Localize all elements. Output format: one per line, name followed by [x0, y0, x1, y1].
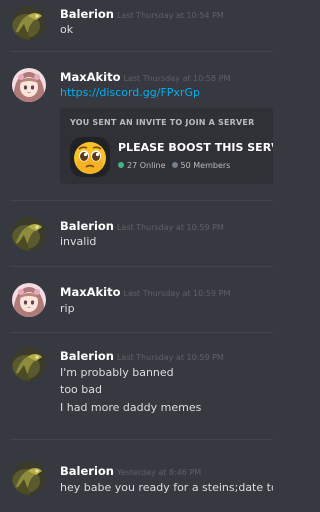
server-icon[interactable]: [70, 137, 110, 177]
server-invite-card[interactable]: YOU SENT AN INVITE TO JOIN A SERVER PLEA…: [60, 108, 273, 184]
green-dragon-avatar-icon: [12, 217, 46, 251]
avatar[interactable]: [12, 461, 46, 495]
message-header: Balerion Last Thursday at 10:59 PM: [60, 218, 224, 235]
timestamp: Last Thursday at 10:59 PM: [116, 353, 224, 362]
avatar[interactable]: [12, 217, 46, 251]
message-header: Balerion Last Thursday at 10:59 PM: [60, 348, 224, 365]
green-dragon-avatar-icon: [12, 461, 46, 495]
avatar[interactable]: [12, 347, 46, 381]
message-divider: [10, 332, 273, 333]
server-name[interactable]: PLEASE BOOST THIS SERVER: [118, 141, 273, 154]
message-text: ok: [60, 23, 74, 36]
message-divider: [10, 439, 273, 440]
message-header: MaxAkito Last Thursday at 10:59 PM: [60, 284, 230, 301]
message-text: I had more daddy memes: [60, 401, 202, 414]
message-header: Balerion Last Thursday at 10:54 PM: [60, 6, 224, 23]
message-divider: [10, 51, 273, 52]
server-stats: 27 Online 50 Members: [118, 161, 230, 170]
chat-message-list[interactable]: Balerion Last Thursday at 10:54 PM ok Max…: [0, 0, 273, 512]
message-text: I'm probably banned: [60, 366, 174, 379]
username[interactable]: Balerion: [60, 349, 114, 363]
online-status-dot: [118, 162, 124, 168]
avatar[interactable]: [12, 283, 46, 317]
username[interactable]: Balerion: [60, 464, 114, 478]
member-count: 50 Members: [180, 161, 231, 170]
username[interactable]: Balerion: [60, 7, 114, 21]
timestamp: Last Thursday at 10:59 PM: [123, 289, 231, 298]
green-dragon-avatar-icon: [12, 347, 46, 381]
message-header: Balerion Yesterday at 8:46 PM: [60, 463, 201, 480]
message-text: rip: [60, 302, 75, 315]
message-text: hey babe you ready for a steins;date ton…: [60, 481, 273, 494]
invite-link[interactable]: https://discord.gg/FPxrGp: [60, 86, 200, 100]
timestamp: Last Thursday at 10:58 PM: [123, 74, 231, 83]
anime-girl-avatar-icon: [12, 68, 46, 102]
invite-title: YOU SENT AN INVITE TO JOIN A SERVER: [70, 118, 255, 127]
members-dot: [171, 162, 178, 168]
message-text: invalid: [60, 235, 97, 248]
timestamp: Last Thursday at 10:54 PM: [116, 11, 224, 20]
avatar[interactable]: [12, 6, 46, 40]
username[interactable]: MaxAkito: [60, 70, 121, 84]
anime-girl-avatar-icon: [12, 283, 46, 317]
online-count: 27 Online: [127, 161, 166, 170]
message-text: too bad: [60, 383, 102, 396]
avatar[interactable]: [12, 68, 46, 102]
username[interactable]: MaxAkito: [60, 285, 121, 299]
message-header: MaxAkito Last Thursday at 10:58 PM: [60, 69, 230, 86]
message-divider: [10, 266, 273, 267]
username[interactable]: Balerion: [60, 219, 114, 233]
message-divider: [10, 200, 273, 201]
timestamp: Last Thursday at 10:59 PM: [116, 223, 224, 232]
green-dragon-avatar-icon: [12, 6, 46, 40]
timestamp: Yesterday at 8:46 PM: [116, 468, 202, 477]
pleading-face-icon: [74, 142, 106, 174]
